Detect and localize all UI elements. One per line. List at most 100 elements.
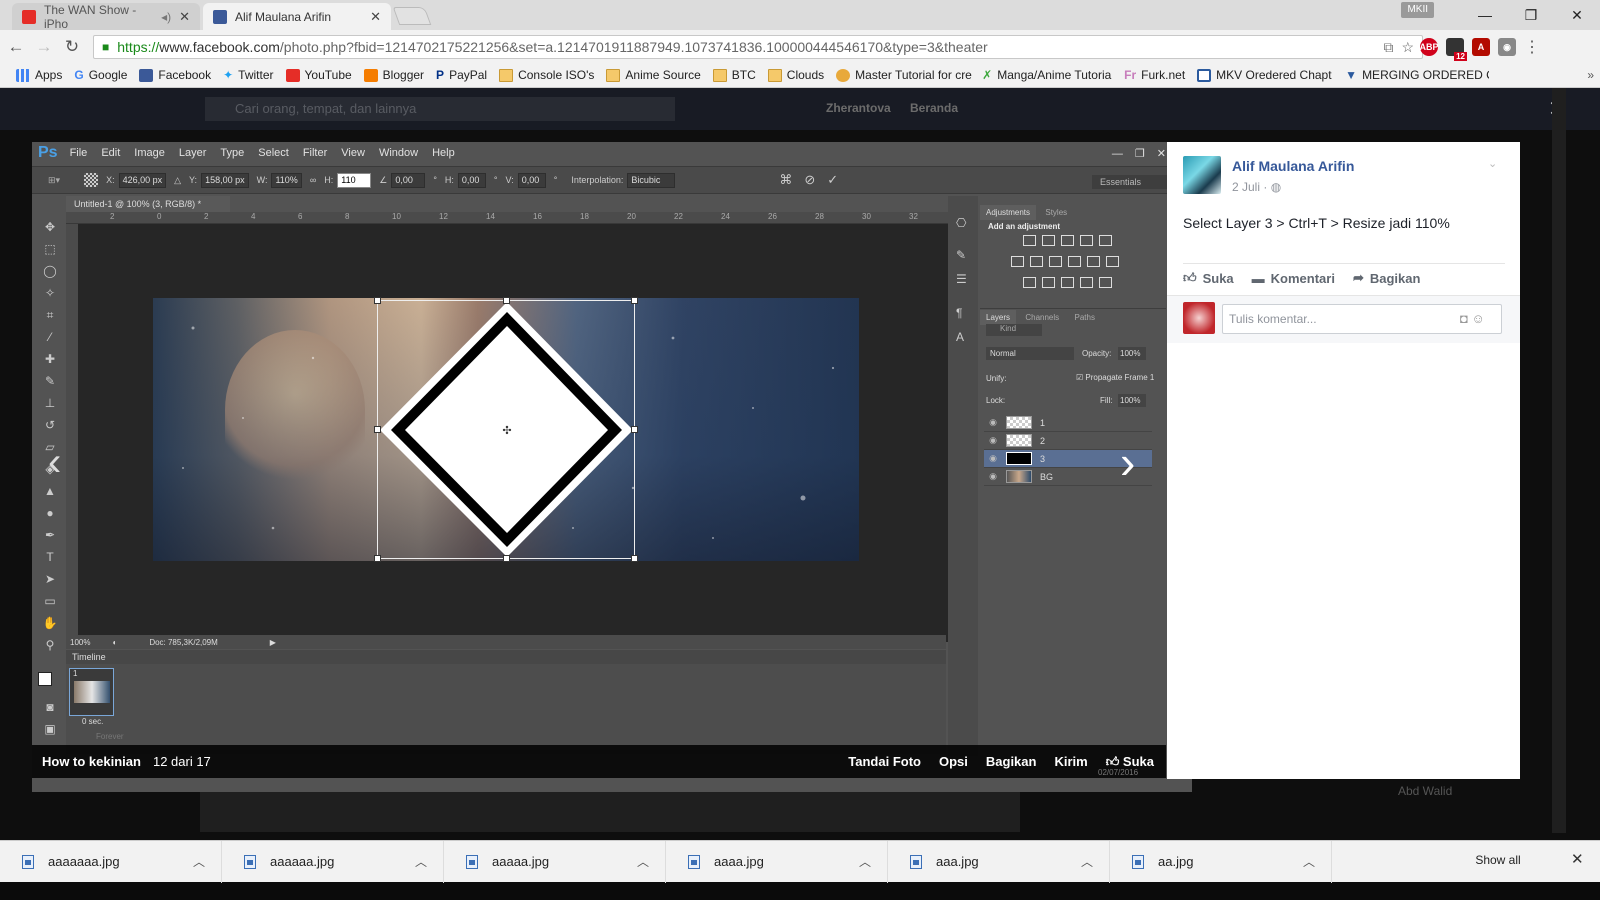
menu-icon[interactable]: ⋮ <box>1524 37 1540 57</box>
bookmark-console-iso[interactable]: Console ISO's <box>493 68 600 82</box>
chat-contact[interactable]: Abd Walid <box>1398 784 1452 798</box>
layer-thumbnail <box>1006 434 1032 447</box>
share-link[interactable]: Bagikan <box>986 754 1037 770</box>
page-scrollbar[interactable] <box>1552 88 1566 833</box>
history-panel-icon: ⎔ <box>956 216 967 230</box>
frame-thumbnail <box>74 681 110 703</box>
fb-search-input[interactable]: Cari orang, tempat, dan lainnya <box>205 97 675 121</box>
ruler-tick-label: 14 <box>486 212 495 221</box>
selective-color-icon <box>1080 277 1093 288</box>
close-tab-icon[interactable]: ✕ <box>179 9 190 25</box>
options-link[interactable]: Opsi <box>939 754 968 770</box>
comment-button[interactable]: ▬ Komentari <box>1252 270 1335 286</box>
screen-mode-icon: ▣ <box>44 722 56 736</box>
eyedropper-icon: ⁄ <box>48 330 51 344</box>
previous-photo-icon[interactable]: ‹ <box>48 440 61 485</box>
chevron-up-icon[interactable]: ︿ <box>193 853 205 870</box>
bookmark-google[interactable]: G Google <box>68 68 133 82</box>
bookmark-anime-source[interactable]: Anime Source <box>600 68 706 82</box>
close-window-icon[interactable]: ✕ <box>1554 0 1600 30</box>
site-icon <box>836 68 851 82</box>
quick-mask-icon: ◙ <box>46 700 54 714</box>
healing-brush-icon: ✚ <box>44 352 56 366</box>
zoom-tool-icon: ⚲ <box>45 638 55 652</box>
tag-photo-link[interactable]: Tandai Foto <box>848 754 921 770</box>
bookmark-manga-anime[interactable]: ✗ Manga/Anime Tutoria <box>976 68 1118 82</box>
forward-icon[interactable]: → <box>32 37 56 57</box>
camera-icon[interactable]: ◘ <box>1460 311 1468 326</box>
download-item[interactable]: aaaa.jpg ︿ <box>666 840 888 883</box>
youtube-icon <box>22 9 36 24</box>
camera-icon[interactable]: ◉ <box>1498 38 1516 56</box>
download-item[interactable]: aaaaa.jpg ︿ <box>444 840 666 883</box>
browser-tab-facebook[interactable]: Alif Maulana Arifin ✕ <box>203 3 391 30</box>
ps-menu-window: Window <box>378 147 419 159</box>
back-icon[interactable]: ← <box>4 37 28 57</box>
translate-icon[interactable]: ⧉ <box>1383 39 1393 56</box>
like-button[interactable]: 👍︎ Suka <box>1183 270 1234 286</box>
post-author[interactable]: Alif Maulana Arifin <box>1232 158 1354 174</box>
download-item[interactable]: aaaaaa.jpg ︿ <box>222 840 444 883</box>
ps-menu-file: File <box>69 147 88 159</box>
bookmark-apps[interactable]: Apps <box>10 68 68 82</box>
profile-badge[interactable]: MKII <box>1401 2 1434 18</box>
chevron-up-icon[interactable]: ︿ <box>415 853 427 870</box>
bookmark-master-tutorial[interactable]: Master Tutorial for cre <box>830 68 976 82</box>
pdf-icon[interactable]: A <box>1472 38 1490 56</box>
bookmark-youtube[interactable]: YouTube <box>280 68 358 82</box>
album-title[interactable]: How to kekinian <box>42 754 141 769</box>
more-bookmarks-icon[interactable]: » <box>1581 68 1600 82</box>
ruler-tick-label: 30 <box>862 212 871 221</box>
browser-tab-wan-show[interactable]: The WAN Show - iPho ◂) ✕ <box>12 3 200 31</box>
post-options-icon[interactable]: ⌄ <box>1488 157 1497 170</box>
bookmark-mkv-chapters[interactable]: MKV Oredered Chapt <box>1191 68 1339 82</box>
bookmark-facebook[interactable]: Facebook <box>133 68 217 82</box>
paypal-icon: P <box>436 68 445 82</box>
minimize-icon[interactable]: — <box>1462 0 1508 30</box>
hskew-label: H: <box>444 175 454 185</box>
bookmark-furk[interactable]: Fr Furk.net <box>1118 68 1191 82</box>
layer-thumbnail <box>1006 452 1032 465</box>
ps-menu-image: Image <box>134 147 165 159</box>
close-tab-icon[interactable]: ✕ <box>370 9 381 25</box>
next-photo-icon[interactable]: › <box>1120 435 1135 489</box>
restore-icon[interactable]: ❐ <box>1508 0 1554 30</box>
download-item[interactable]: aaa.jpg ︿ <box>888 840 1110 883</box>
reload-icon[interactable]: ↻ <box>60 37 84 57</box>
ruler-tick-label: 18 <box>580 212 589 221</box>
adblock-icon[interactable]: ABP <box>1420 38 1439 56</box>
author-avatar[interactable] <box>1183 156 1221 194</box>
new-tab-button[interactable] <box>392 7 432 25</box>
chevron-up-icon[interactable]: ︿ <box>1303 853 1315 870</box>
ps-menu-filter: Filter <box>302 147 328 159</box>
show-all-downloads-button[interactable]: Show all <box>1465 847 1531 873</box>
bookmark-clouds[interactable]: Clouds <box>762 68 830 82</box>
post-date[interactable]: 2 Juli · ◍ <box>1232 180 1281 194</box>
chevron-up-icon[interactable]: ︿ <box>859 853 871 870</box>
bookmark-merging-ordered[interactable]: ▼ MERGING ORDERED C <box>1339 68 1489 82</box>
bookmark-blogger[interactable]: Blogger <box>358 68 430 82</box>
fb-home-link[interactable]: Beranda <box>910 101 958 115</box>
hue-icon <box>1011 256 1024 267</box>
share-button[interactable]: ➦ Bagikan <box>1353 270 1420 286</box>
timeline-frame: 1 <box>69 668 114 716</box>
send-link[interactable]: Kirim <box>1054 754 1087 770</box>
post-text: Select Layer 3 > Ctrl+T > Resize jadi 11… <box>1183 215 1450 231</box>
emoji-icon[interactable]: ☺ <box>1471 311 1484 326</box>
download-item[interactable]: aa.jpg ︿ <box>1110 840 1332 883</box>
extension-badge: 12 <box>1454 52 1467 61</box>
bookmark-star-icon[interactable]: ☆ <box>1401 39 1414 56</box>
chevron-up-icon[interactable]: ︿ <box>1081 853 1093 870</box>
svg-text:✣: ✣ <box>502 424 511 437</box>
bookmark-paypal[interactable]: P PayPal <box>430 68 493 82</box>
bookmark-btc[interactable]: BTC <box>707 68 762 82</box>
download-item[interactable]: aaaaaaa.jpg ︿ <box>0 840 222 883</box>
close-downloads-icon[interactable]: ✕ <box>1571 850 1584 868</box>
bookmark-twitter[interactable]: ✦ Twitter <box>217 68 279 82</box>
h-label: H: <box>324 175 334 185</box>
adjustments-tab: Adjustments <box>980 205 1037 220</box>
chevron-up-icon[interactable]: ︿ <box>637 853 649 870</box>
extension-icon[interactable]: 12 <box>1446 38 1467 61</box>
address-bar[interactable]: ■ https://www.facebook.com/photo.php?fbi… <box>93 35 1423 59</box>
fb-user-name[interactable]: Zherantova <box>826 101 891 115</box>
